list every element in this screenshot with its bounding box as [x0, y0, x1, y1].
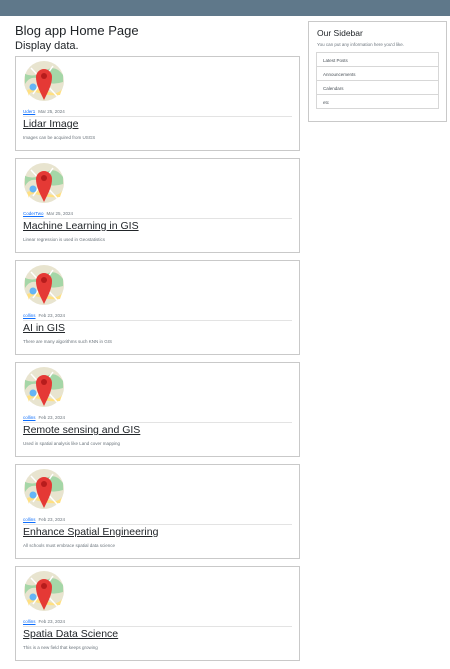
author-link[interactable]: Uder1	[23, 109, 35, 114]
post-title-link[interactable]: Enhance Spatial Engineering	[23, 526, 158, 538]
author-link[interactable]: collins	[23, 415, 36, 420]
post-title-link[interactable]: Remote sensing and GIS	[23, 424, 140, 436]
divider	[23, 218, 292, 219]
post-meta: collins Feb 23, 2024	[23, 517, 65, 522]
map-pin-icon[interactable]	[23, 366, 65, 408]
sidebar-item-etc[interactable]: etc	[316, 94, 439, 109]
divider	[23, 320, 292, 321]
sidebar-title: Our Sidebar	[317, 28, 363, 38]
post-title-link[interactable]: Spatia Data Science	[23, 628, 118, 640]
post-list: Uder1 Mar 25, 2024 Lidar Image Images can…	[15, 56, 300, 668]
map-pin-icon[interactable]	[23, 264, 65, 306]
post-meta: collins Feb 23, 2024	[23, 313, 65, 318]
post-meta: collins Feb 23, 2024	[23, 619, 65, 624]
sidebar-item-calendars[interactable]: Calendars	[316, 80, 439, 95]
sidebar: Our Sidebar You can put any information …	[308, 21, 447, 122]
divider	[23, 116, 292, 117]
author-link[interactable]: collins	[23, 517, 36, 522]
post-card: collins Feb 23, 2024 Spatia Data Science …	[15, 566, 300, 661]
post-title-link[interactable]: AI in GIS	[23, 322, 65, 334]
page-subtitle: Display data.	[15, 40, 79, 52]
post-card: CoderTwo Mar 25, 2024 Machine Learning in…	[15, 158, 300, 253]
post-meta: Uder1 Mar 25, 2024	[23, 109, 65, 114]
post-card: collins Feb 23, 2024 Enhance Spatial Engi…	[15, 464, 300, 559]
map-pin-icon[interactable]	[23, 60, 65, 102]
post-title-link[interactable]: Lidar Image	[23, 118, 78, 130]
post-card: Uder1 Mar 25, 2024 Lidar Image Images can…	[15, 56, 300, 151]
author-link[interactable]: CoderTwo	[23, 211, 44, 216]
post-excerpt: Images can be acquired from USGS	[23, 135, 96, 140]
map-pin-icon[interactable]	[23, 570, 65, 612]
author-link[interactable]: collins	[23, 619, 36, 624]
post-excerpt: Linear regression is used in Geostatisti…	[23, 237, 106, 242]
author-link[interactable]: collins	[23, 313, 36, 318]
post-meta: collins Feb 23, 2024	[23, 415, 65, 420]
divider	[23, 626, 292, 627]
page-title: Blog app Home Page	[15, 23, 139, 38]
post-date: Mar 25, 2024	[38, 109, 65, 114]
sidebar-description: You can put any information here you'd l…	[317, 42, 404, 47]
post-card: collins Feb 23, 2024 Remote sensing and G…	[15, 362, 300, 457]
post-meta: CoderTwo Mar 25, 2024	[23, 211, 73, 216]
post-card: collins Feb 23, 2024 AI in GIS There are …	[15, 260, 300, 355]
post-excerpt: Used in spatial analysis like Land cover…	[23, 441, 121, 446]
map-pin-icon[interactable]	[23, 468, 65, 510]
divider	[23, 422, 292, 423]
post-date: Feb 23, 2024	[38, 619, 66, 624]
post-title-link[interactable]: Machine Learning in GIS	[23, 220, 139, 232]
sidebar-list: Latest Posts Announcements Calendars etc	[316, 52, 439, 109]
post-date: Feb 23, 2024	[38, 313, 66, 318]
post-excerpt: This is a new field that keeps growing	[23, 645, 98, 650]
post-excerpt: There are many algorithms such KNN in GI…	[23, 339, 113, 344]
post-date: Feb 23, 2024	[38, 517, 66, 522]
sidebar-item-announcements[interactable]: Announcements	[316, 66, 439, 81]
map-pin-icon[interactable]	[23, 162, 65, 204]
post-excerpt: All schools must embrace spatial data sc…	[23, 543, 116, 548]
top-navbar	[0, 0, 450, 16]
sidebar-item-latest-posts[interactable]: Latest Posts	[316, 52, 439, 67]
post-date: Mar 25, 2024	[46, 211, 74, 216]
post-date: Feb 23, 2024	[38, 415, 66, 420]
divider	[23, 524, 292, 525]
